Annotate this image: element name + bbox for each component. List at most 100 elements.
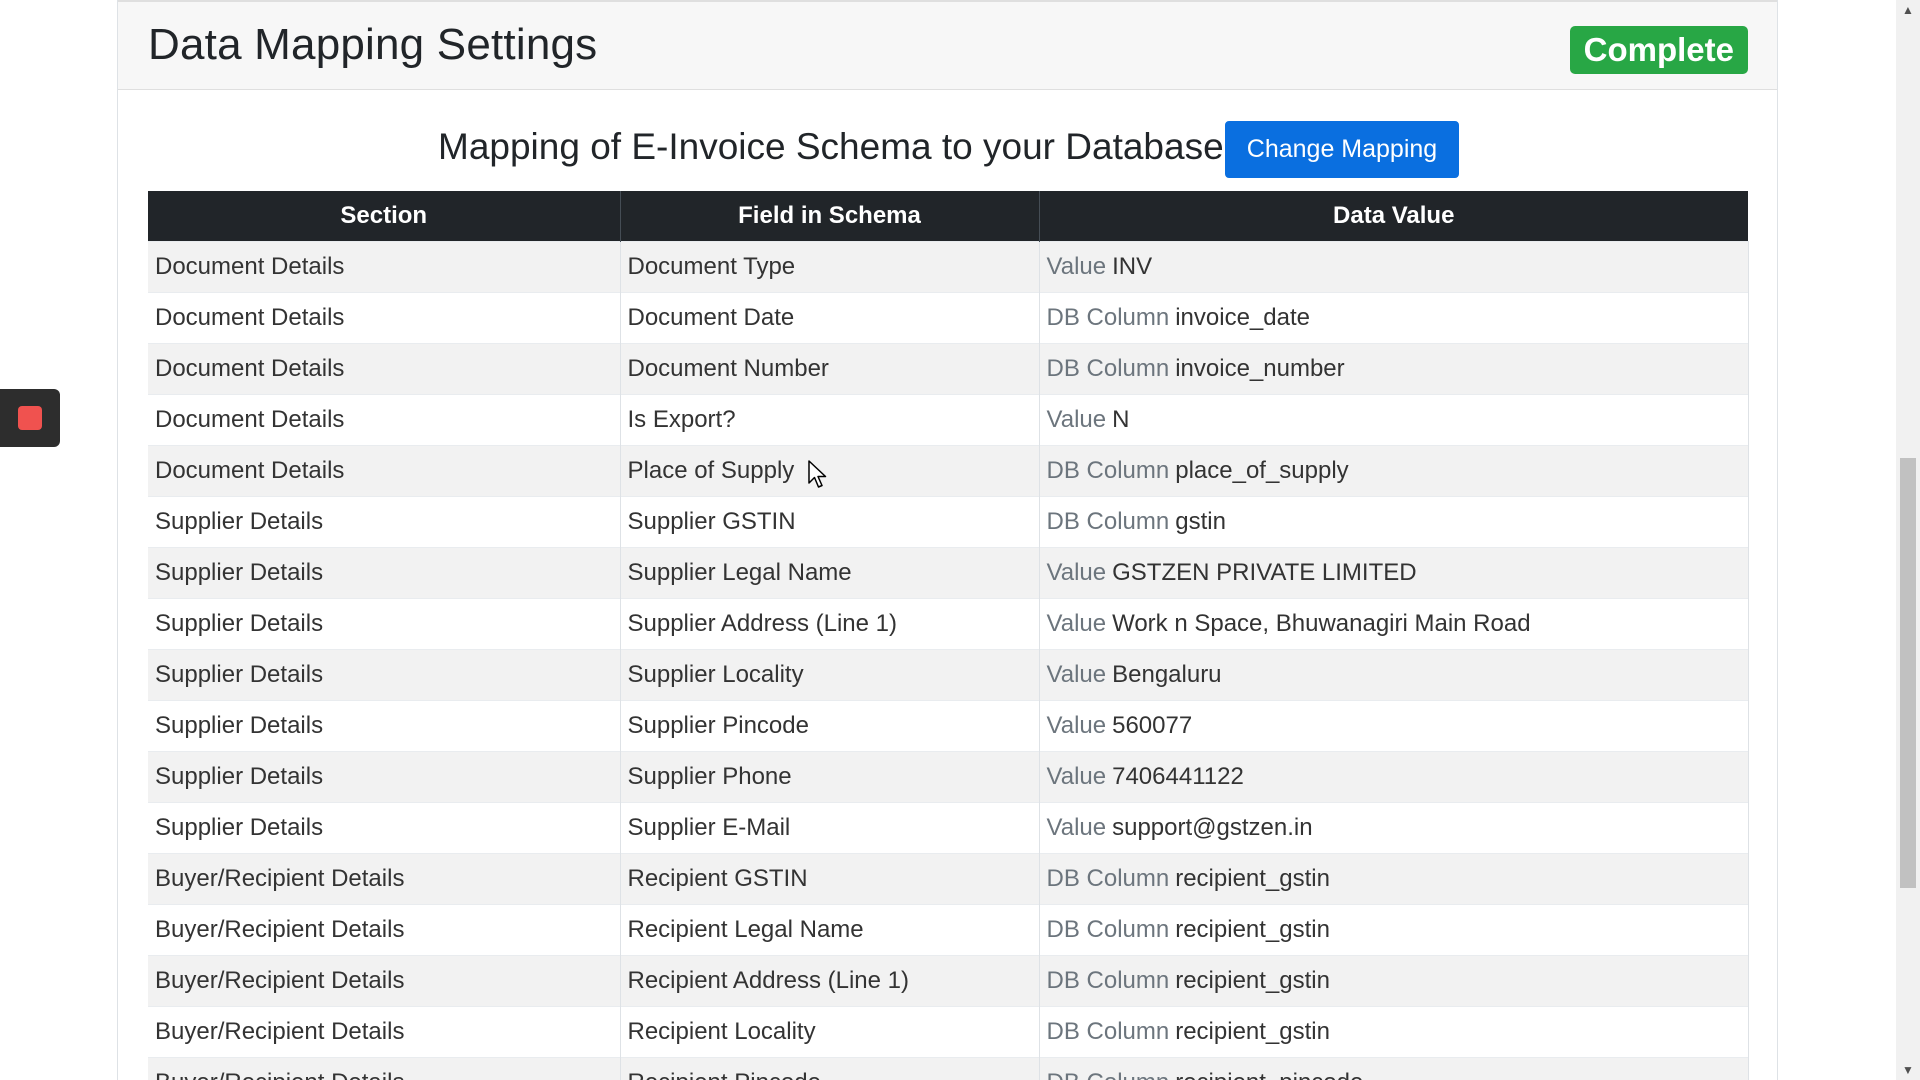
value-text: INV <box>1112 252 1153 280</box>
cell-section: Supplier Details <box>148 495 621 547</box>
cell-section: Document Details <box>148 342 621 394</box>
cell-field: Document Type <box>620 240 1040 292</box>
table-row: Supplier Details Supplier Phone Value 74064… <box>148 750 1749 802</box>
cell-section: Document Details <box>148 393 621 445</box>
cell-data-value: DB Column recipient_gstin <box>1039 954 1749 1006</box>
page-title: Data Mapping Settings <box>148 20 598 69</box>
value-type-label: Value <box>1046 813 1107 841</box>
cell-field: Supplier Pincode <box>620 699 1040 751</box>
cell-section: Supplier Details <box>148 648 621 700</box>
value-text: recipient_gstin <box>1175 1017 1330 1045</box>
value-type-label: DB Column <box>1046 915 1170 943</box>
cell-field: Document Number <box>620 342 1040 394</box>
cell-field: Recipient Locality <box>620 1005 1040 1057</box>
table-body: Document Details Document Type Value INV Doc… <box>148 240 1749 1080</box>
stop-icon <box>18 406 42 430</box>
cell-data-value: DB Column recipient_pincode <box>1039 1056 1749 1080</box>
cell-section: Document Details <box>148 240 621 292</box>
cell-data-value: Value Work n Space, Bhuwanagiri Main Road <box>1039 597 1749 649</box>
cell-field: Recipient GSTIN <box>620 852 1040 904</box>
value-text: gstin <box>1175 507 1226 535</box>
value-text: invoice_date <box>1175 303 1310 331</box>
scroll-down-icon[interactable]: ▼ <box>1896 1060 1920 1080</box>
cell-field: Supplier Address (Line 1) <box>620 597 1040 649</box>
stop-recording-button[interactable] <box>0 389 60 447</box>
value-text: invoice_number <box>1175 354 1345 382</box>
cell-field: Supplier E-Mail <box>620 801 1040 853</box>
table-row: Buyer/Recipient DetailsRecipient Pincode… <box>148 1056 1749 1080</box>
table-row: Supplier Details Supplier Pincode Value 560… <box>148 699 1749 751</box>
mapping-heading: Mapping of E-Invoice Schema to your Data… <box>438 126 1224 167</box>
value-type-label: DB Column <box>1046 966 1170 994</box>
card-header: Data Mapping Settings Complete <box>118 0 1777 90</box>
table-row: Supplier Details Supplier Address (Line 1… <box>148 597 1749 649</box>
cell-field: Recipient Legal Name <box>620 903 1040 955</box>
cursor-icon <box>808 460 827 488</box>
cell-data-value: Value N <box>1039 393 1749 445</box>
value-type-label: DB Column <box>1046 303 1170 331</box>
value-type-label: Value <box>1046 558 1107 586</box>
cell-field: Document Date <box>620 291 1040 343</box>
value-text: N <box>1112 405 1130 433</box>
value-text: 7406441122 <box>1112 762 1244 790</box>
value-text: Work n Space, Bhuwanagiri Main Road <box>1112 609 1531 637</box>
value-text: support@gstzen.in <box>1112 813 1313 841</box>
table-head: Section Field in Schema Data Value <box>148 191 1748 241</box>
cell-section: Buyer/Recipient Details <box>148 1005 621 1057</box>
value-text: recipient_gstin <box>1175 915 1330 943</box>
cell-field: Supplier Locality <box>620 648 1040 700</box>
cell-data-value: Value INV <box>1039 240 1749 292</box>
value-type-label: DB Column <box>1046 354 1170 382</box>
table-row: Supplier Details Supplier E-Mail Value supp… <box>148 801 1749 853</box>
cell-data-value: Value Bengaluru <box>1039 648 1749 700</box>
vertical-scrollbar[interactable]: ▲ ▼ <box>1896 0 1920 1080</box>
cell-section: Supplier Details <box>148 699 621 751</box>
cell-data-value: Value GSTZEN PRIVATE LIMITED <box>1039 546 1749 598</box>
cell-section: Buyer/Recipient Details <box>148 903 621 955</box>
table-row: Buyer/Recipient Details Recipient Localit… <box>148 1005 1749 1057</box>
value-type-label: DB Column <box>1047 1069 1170 1080</box>
table-row: Document Details Place of Supply DB Column… <box>148 444 1749 496</box>
column-header-field: Field in Schema <box>620 191 1040 241</box>
cell-section: Buyer/Recipient Details <box>148 954 621 1006</box>
table-row: Document Details Document Date DB Column in… <box>148 291 1749 343</box>
value-text: recipient_pincode <box>1175 1069 1363 1080</box>
cell-section: Buyer/Recipient Details <box>148 852 621 904</box>
value-type-label: DB Column <box>1046 1017 1170 1045</box>
value-text: Bengaluru <box>1112 660 1222 688</box>
table-row: Document Details Document Number DB Column… <box>148 342 1749 394</box>
cell-data-value: DB Column recipient_gstin <box>1039 1005 1749 1057</box>
value-text: place_of_supply <box>1175 456 1349 484</box>
value-type-label: DB Column <box>1046 864 1170 892</box>
value-text: recipient_gstin <box>1175 966 1330 994</box>
cell-field: Supplier Phone <box>620 750 1040 802</box>
value-type-label: Value <box>1046 711 1107 739</box>
table-header-row: Section Field in Schema Data Value <box>148 191 1748 241</box>
cell-section: Supplier Details <box>148 750 621 802</box>
table-row: Supplier Details Supplier GSTIN DB Column g… <box>148 495 1749 547</box>
scrollbar-thumb[interactable] <box>1900 458 1916 888</box>
value-type-label: DB Column <box>1046 507 1170 535</box>
table-row: Buyer/Recipient Details Recipient Legal N… <box>148 903 1749 955</box>
cell-field: Supplier Legal Name <box>620 546 1040 598</box>
change-mapping-button[interactable]: Change Mapping <box>1225 121 1459 178</box>
table-row: Document Details Document Type Value INV <box>148 240 1749 292</box>
cell-section: Supplier Details <box>148 597 621 649</box>
table-row: Buyer/Recipient Details Recipient Address… <box>148 954 1749 1006</box>
value-type-label: Value <box>1046 252 1107 280</box>
value-type-label: Value <box>1046 762 1107 790</box>
cell-section: Document Details <box>148 291 621 343</box>
column-header-data-value: Data Value <box>1039 191 1748 241</box>
table-row: Buyer/Recipient Details Recipient GSTIN DB… <box>148 852 1749 904</box>
scroll-up-icon[interactable]: ▲ <box>1896 0 1920 20</box>
cell-data-value: DB Column place_of_supply <box>1039 444 1749 496</box>
mapping-table: Section Field in Schema Data Value Docum… <box>148 191 1749 1080</box>
table-row: Document Details Is Export? Value N <box>148 393 1749 445</box>
status-badge: Complete <box>1569 26 1748 74</box>
value-text: recipient_gstin <box>1175 864 1330 892</box>
cell-data-value: DB Column recipient_gstin <box>1039 903 1749 955</box>
cell-data-value: DB Column recipient_gstin <box>1039 852 1749 904</box>
cell-data-value: Value support@gstzen.in <box>1039 801 1749 853</box>
cell-field: Recipient Pincode <box>620 1056 1040 1080</box>
value-type-label: Value <box>1046 405 1107 433</box>
